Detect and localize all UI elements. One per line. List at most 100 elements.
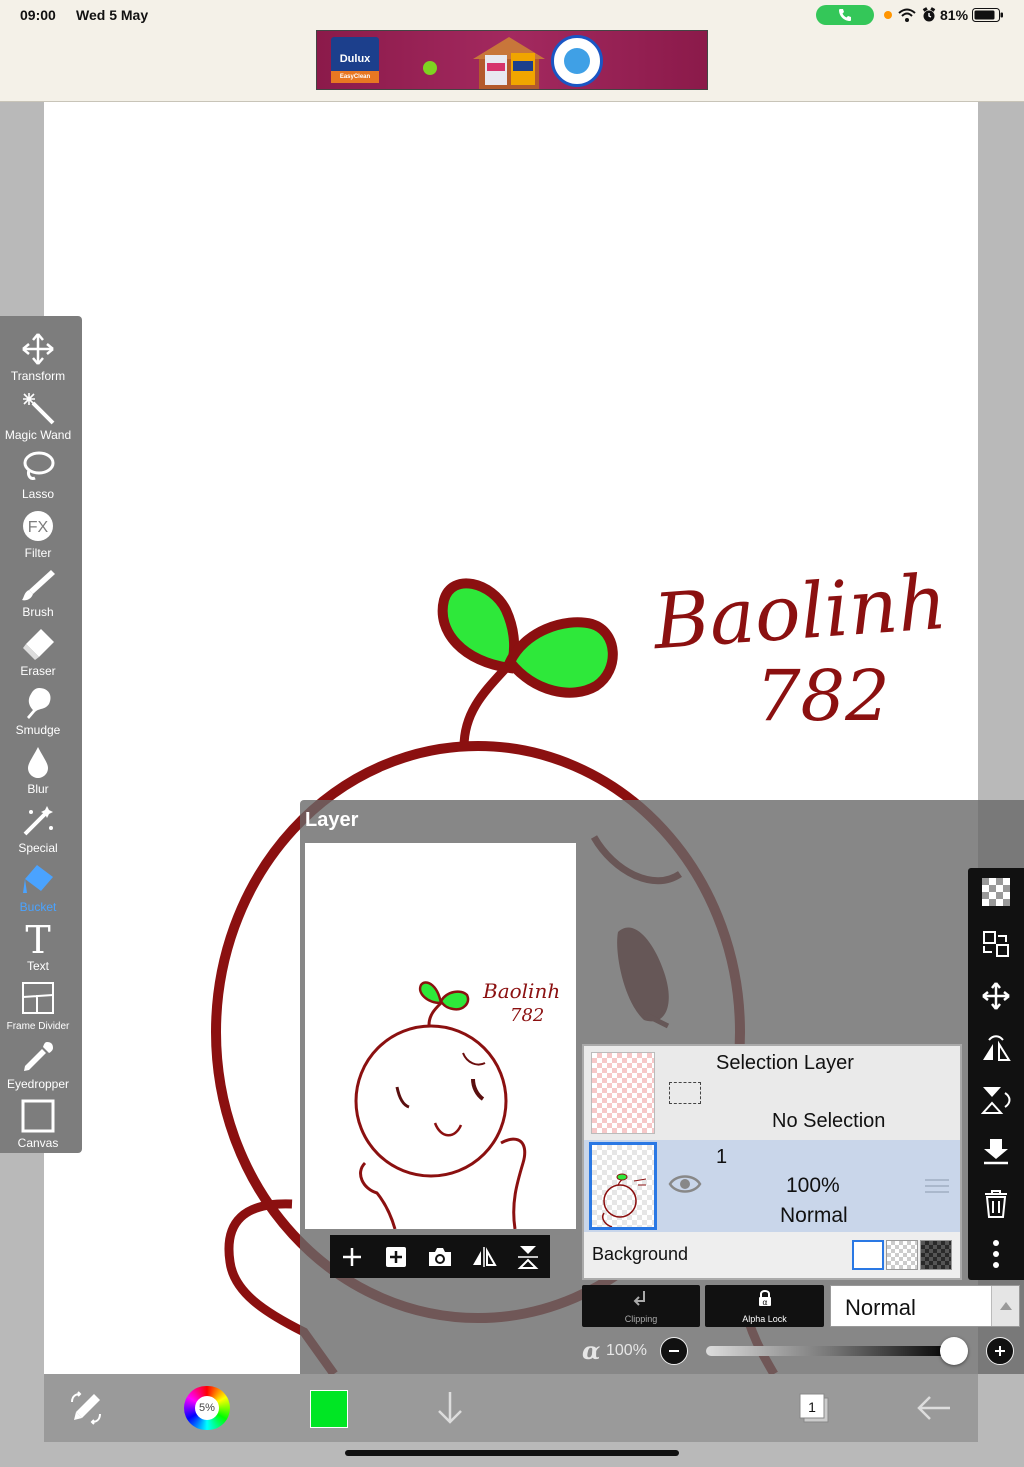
tool-lasso[interactable]: Lasso: [0, 442, 76, 501]
tool-label: Special: [18, 841, 58, 855]
tool-brush[interactable]: Brush: [0, 560, 76, 619]
bottom-toolbar: 5% 1: [0, 1374, 1024, 1467]
magic-wand-icon: [23, 393, 55, 425]
active-call-pill[interactable]: [816, 5, 874, 25]
blend-mode-select[interactable]: Normal: [830, 1285, 1020, 1327]
layer-1-thumbnail: [589, 1142, 657, 1230]
tool-label: Frame Divider: [6, 1021, 70, 1032]
down-arrow-button[interactable]: [430, 1386, 470, 1430]
ad-brand-sub: EasyClean: [331, 71, 379, 83]
plus-icon: [995, 1346, 1005, 1356]
flip-horizontal-icon: [473, 1246, 497, 1267]
background-dark-swatch[interactable]: [920, 1240, 952, 1270]
opacity-increase-button[interactable]: [986, 1337, 1014, 1365]
ad-brand-logo: Dulux EasyClean: [331, 37, 379, 83]
ad-banner[interactable]: Dulux EasyClean: [316, 30, 708, 90]
preview-drawing: Baolinh 782: [354, 979, 560, 1229]
back-button[interactable]: [914, 1386, 954, 1430]
merge-down-button[interactable]: [978, 1134, 1014, 1170]
tool-transform[interactable]: Transform: [0, 324, 76, 383]
swap-layers-icon: [983, 931, 1009, 957]
eye-visibility-icon[interactable]: [668, 1172, 702, 1196]
status-date: Wed 5 May: [76, 7, 149, 23]
opacity-value: 100%: [606, 1342, 647, 1359]
more-options-button[interactable]: [978, 1236, 1014, 1272]
trash-icon: [985, 1190, 1007, 1218]
camera-icon: [429, 1247, 451, 1266]
layer-actions-toolbar: [330, 1235, 550, 1278]
clipping-label: Clipping: [624, 1314, 658, 1324]
signature-line2: 782: [756, 655, 890, 737]
background-row: Background: [584, 1232, 960, 1278]
alpha-lock-label: Alpha Lock: [742, 1314, 787, 1324]
tool-eyedropper[interactable]: Eyedropper: [0, 1032, 76, 1091]
layer-1-number: 1: [716, 1146, 728, 1168]
selection-layer-name: Selection Layer: [716, 1052, 854, 1074]
flip-layer-horizontal-button[interactable]: [978, 1030, 1014, 1066]
opacity-slider-row: α 100%: [582, 1334, 1022, 1368]
move-layer-button[interactable]: [978, 978, 1014, 1014]
tool-label: Transform: [10, 369, 66, 383]
add-layer-box-button[interactable]: [381, 1242, 411, 1272]
tool-label: Canvas: [17, 1136, 59, 1150]
current-color-swatch[interactable]: [310, 1390, 348, 1428]
alpha-lock-icon: α: [758, 1290, 771, 1307]
background-white-swatch[interactable]: [852, 1240, 884, 1270]
alarm-icon: [922, 7, 936, 22]
tool-canvas[interactable]: Canvas: [0, 1091, 76, 1150]
flip-horizontal-button[interactable]: [469, 1242, 499, 1272]
status-bar: 09:00 Wed 5 May 81%: [0, 0, 1024, 30]
tool-bucket[interactable]: Bucket: [0, 855, 76, 914]
opacity-slider-track[interactable]: [706, 1346, 954, 1356]
battery-percent: 81%: [940, 7, 969, 23]
layer-1-blend-mode: Normal: [780, 1204, 848, 1227]
lasso-icon: [23, 451, 55, 480]
flip-vertical-icon: [981, 1087, 1011, 1114]
ad-house-product-image: [473, 37, 545, 89]
clipping-button[interactable]: Clipping: [582, 1285, 700, 1327]
drag-handle-icon[interactable]: [924, 1177, 950, 1195]
flip-vertical-button[interactable]: [513, 1242, 543, 1272]
tool-label: Lasso: [21, 487, 55, 501]
quick-tools-button[interactable]: [64, 1386, 108, 1430]
opacity-slider-knob[interactable]: [940, 1337, 968, 1365]
tool-text[interactable]: T Text: [0, 914, 76, 973]
transparency-button[interactable]: [978, 874, 1014, 910]
background-transparent-swatch[interactable]: [886, 1240, 918, 1270]
tool-blur[interactable]: Blur: [0, 737, 76, 796]
tool-magic-wand[interactable]: Magic Wand: [0, 383, 76, 442]
selection-layer-thumbnail: [591, 1052, 655, 1134]
svg-text:α: α: [762, 1298, 767, 1307]
arrow-left-icon: [917, 1396, 950, 1420]
alpha-symbol: α: [582, 1336, 601, 1365]
opacity-decrease-button[interactable]: [660, 1337, 688, 1365]
more-vertical-icon: [993, 1240, 999, 1268]
color-wheel-text: 5%: [199, 1402, 215, 1414]
signature-line1: Baolinh: [649, 557, 950, 666]
tool-filter[interactable]: FX Filter: [0, 501, 76, 560]
add-layer-button[interactable]: [337, 1242, 367, 1272]
triangle-up-icon: [999, 1302, 1012, 1310]
clipping-arrow-icon: [633, 1291, 645, 1306]
tool-eraser[interactable]: Eraser: [0, 619, 76, 678]
tool-special[interactable]: Special: [0, 796, 76, 855]
arrow-down-icon: [438, 1392, 462, 1424]
layer-swap-button[interactable]: [978, 926, 1014, 962]
blend-mode-dropdown-arrow[interactable]: [991, 1286, 1019, 1326]
selection-layer-row[interactable]: Selection Layer No Selection: [584, 1046, 960, 1140]
alpha-lock-button[interactable]: α Alpha Lock: [705, 1285, 824, 1327]
status-time: 09:00: [20, 7, 56, 23]
delete-layer-button[interactable]: [978, 1186, 1014, 1222]
layers-button[interactable]: 1: [794, 1386, 834, 1430]
checkerboard-icon: [982, 878, 1010, 906]
import-photo-button[interactable]: [425, 1242, 455, 1272]
layer-row-1[interactable]: 1 100% Normal: [584, 1140, 960, 1232]
layer-preview-thumbnail[interactable]: Baolinh 782: [305, 843, 576, 1229]
tool-label: Eyedropper: [6, 1077, 70, 1091]
tool-smudge[interactable]: Smudge: [0, 678, 76, 737]
flip-layer-vertical-button[interactable]: [978, 1082, 1014, 1118]
layer-panel-title: Layer: [305, 809, 359, 831]
tool-frame-divider[interactable]: Frame Divider: [0, 973, 76, 1032]
special-wand-icon: [23, 806, 53, 836]
color-wheel-button[interactable]: 5%: [184, 1386, 230, 1430]
